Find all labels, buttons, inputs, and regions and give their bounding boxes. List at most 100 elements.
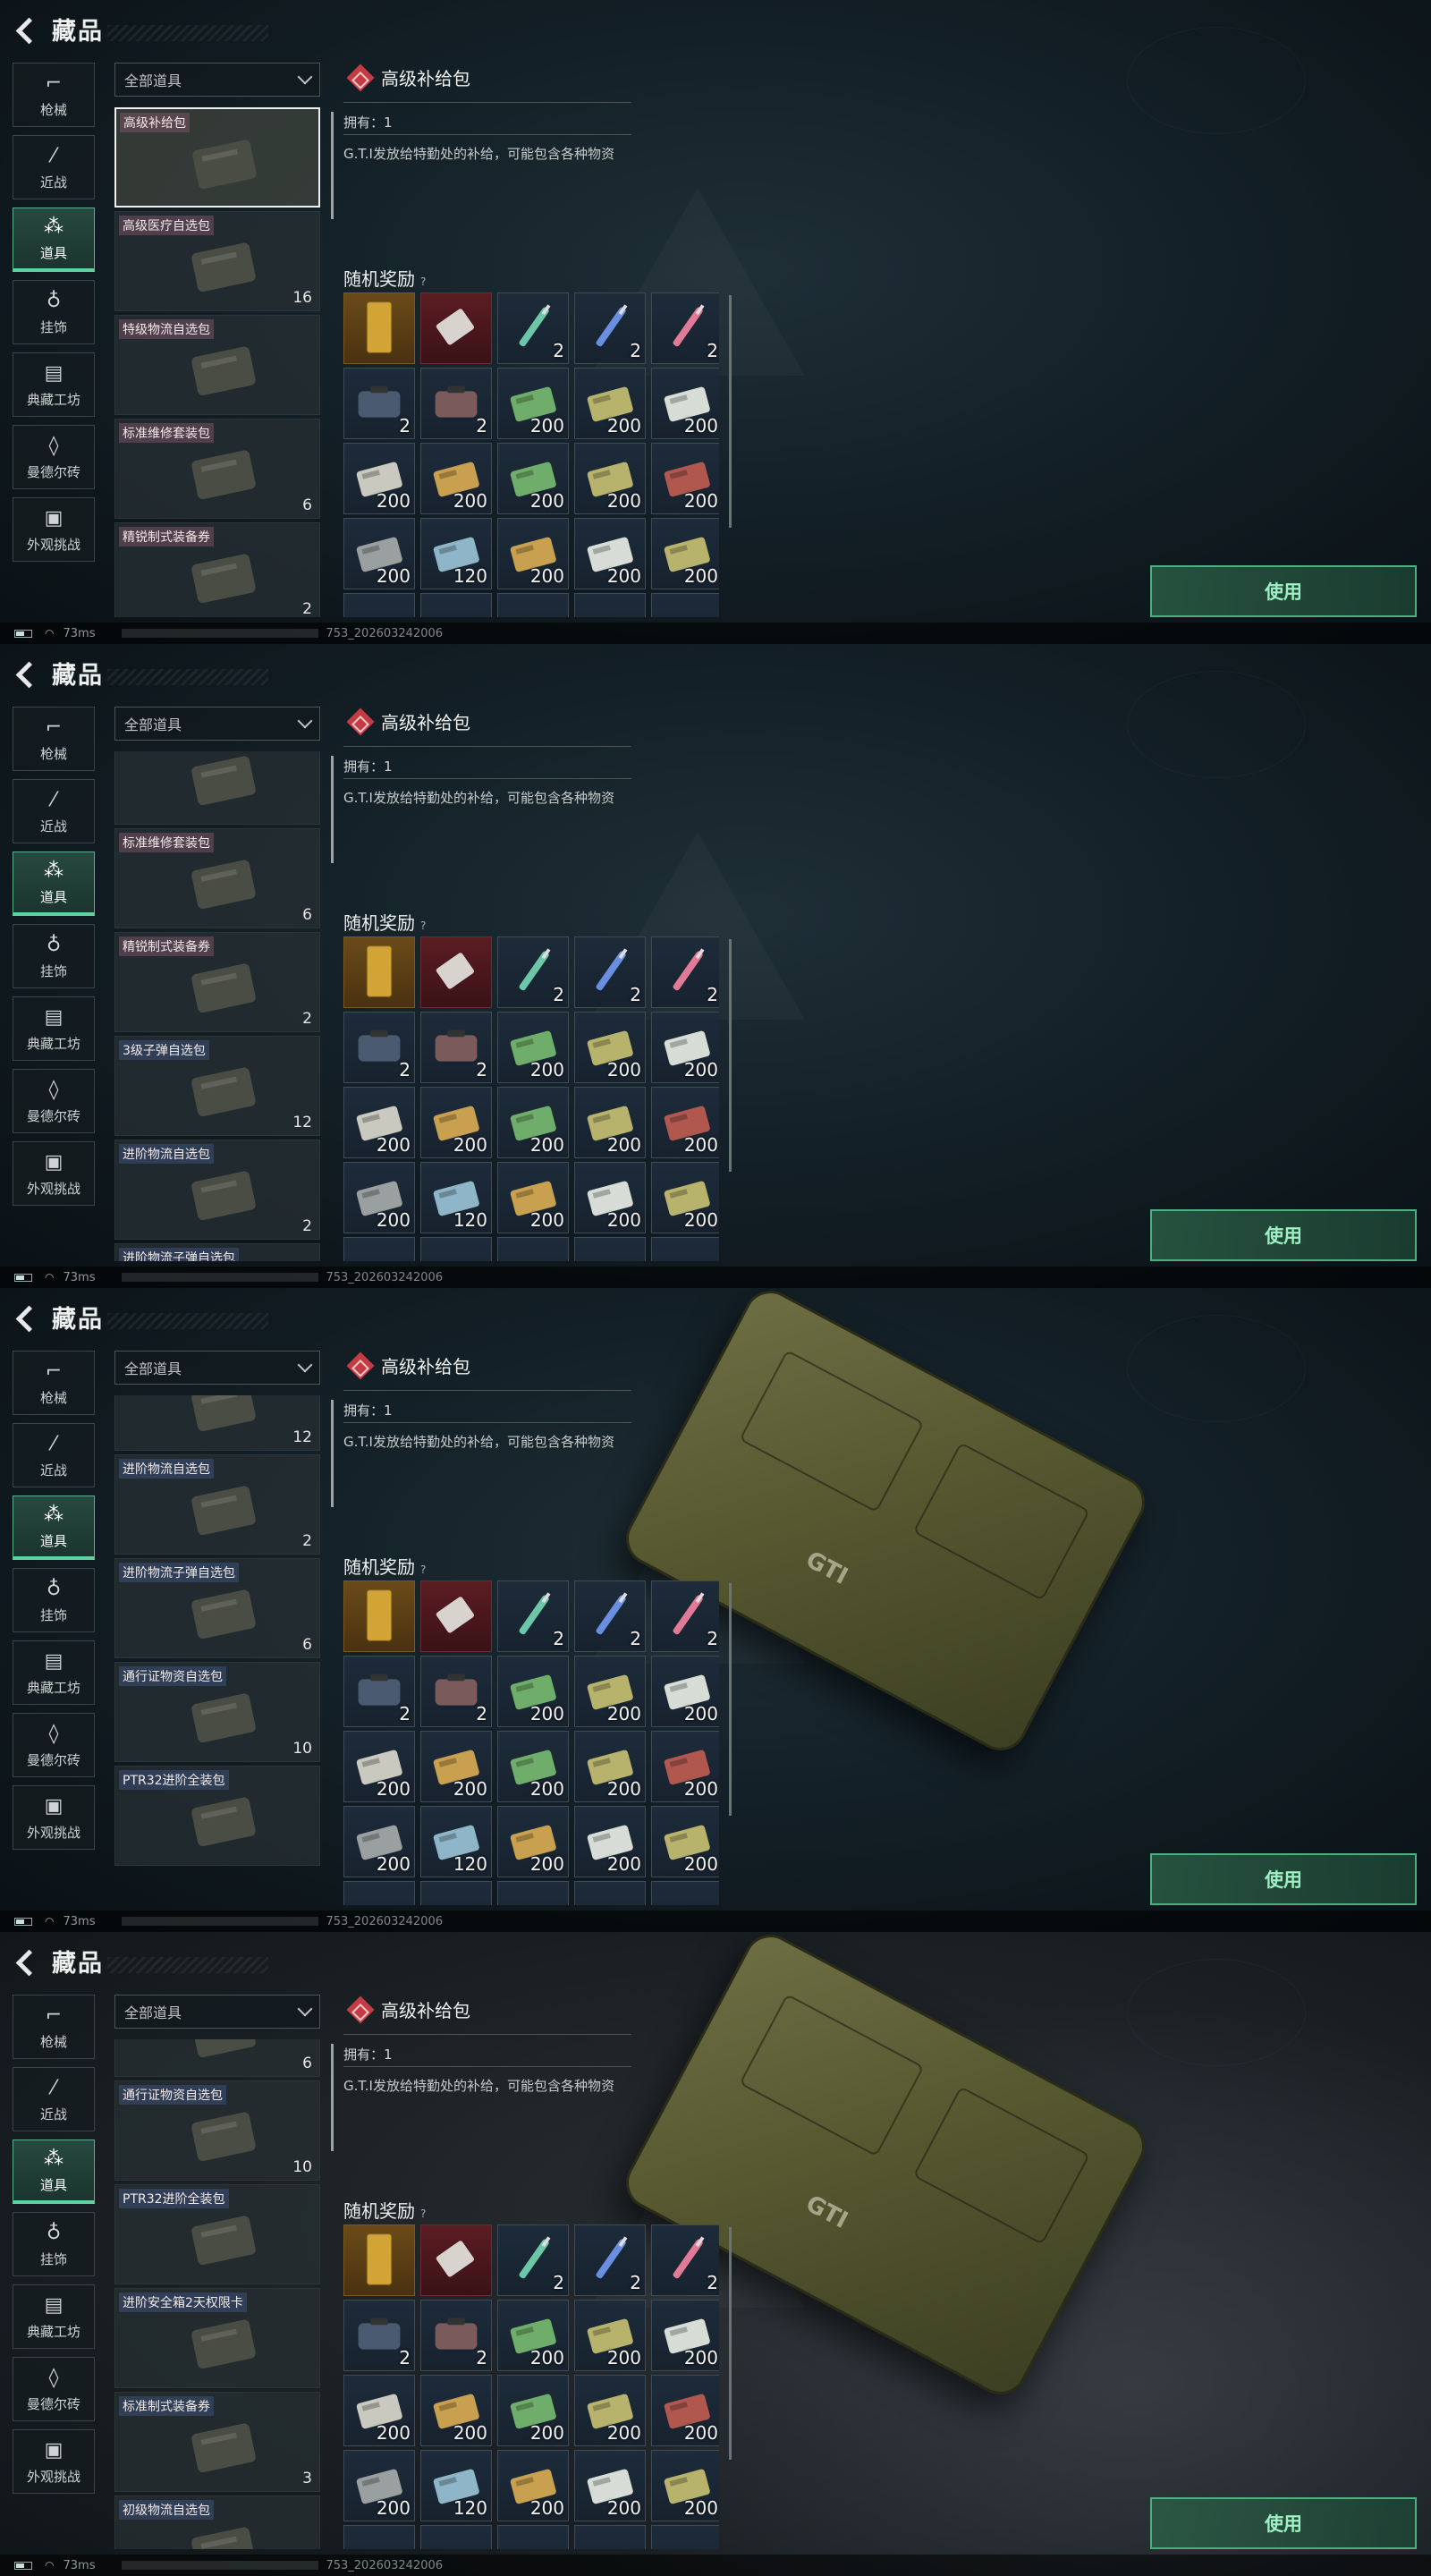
reward-slot[interactable]: 200: [343, 1806, 415, 1877]
reward-slot[interactable]: 200: [651, 1012, 719, 1083]
reward-slot[interactable]: 2: [651, 2224, 719, 2296]
item-card[interactable]: 6: [114, 2039, 320, 2077]
item-card[interactable]: 3级子弹自选包 12: [114, 1036, 320, 1136]
reward-slot[interactable]: 200: [651, 2450, 719, 2521]
reward-slot[interactable]: [574, 1881, 646, 1905]
reward-slot[interactable]: 200: [420, 443, 492, 514]
reward-slot[interactable]: 2: [420, 1656, 492, 1727]
sidebar-item-knife[interactable]: ⁄ 近战: [13, 2067, 95, 2131]
reward-slot[interactable]: 200: [343, 518, 415, 589]
reward-slot[interactable]: [420, 292, 492, 364]
item-card[interactable]: 特级物流自选包: [114, 315, 320, 415]
reward-slot[interactable]: [343, 1237, 415, 1261]
reward-slot[interactable]: [343, 593, 415, 617]
sidebar-item-challenge[interactable]: ▣ 外观挑战: [13, 2429, 95, 2494]
item-card[interactable]: 进阶物流自选包 2: [114, 1454, 320, 1555]
reward-slot[interactable]: [574, 1237, 646, 1261]
reward-slot[interactable]: [497, 593, 569, 617]
sidebar-item-knife[interactable]: ⁄ 近战: [13, 135, 95, 199]
reward-slot[interactable]: 200: [574, 2300, 646, 2371]
list-scrollbar[interactable]: [331, 756, 334, 863]
reward-slot[interactable]: 2: [420, 1012, 492, 1083]
reward-slot[interactable]: 120: [420, 518, 492, 589]
item-card[interactable]: 进阶物流自选包 2: [114, 1140, 320, 1240]
reward-slot[interactable]: [420, 1580, 492, 1652]
sidebar-item-challenge[interactable]: ▣ 外观挑战: [13, 1785, 95, 1850]
sidebar-item-brick[interactable]: ◊ 曼德尔砖: [13, 1713, 95, 1777]
item-card[interactable]: 进阶物流子弹自选包: [114, 1243, 320, 1261]
reward-slot[interactable]: [343, 1580, 415, 1652]
list-scrollbar[interactable]: [331, 112, 334, 219]
reward-slot[interactable]: 2: [343, 1656, 415, 1727]
item-card[interactable]: 进阶安全箱2天权限卡: [114, 2288, 320, 2388]
reward-slot[interactable]: 200: [420, 1087, 492, 1158]
sidebar-item-workshop[interactable]: ▤ 典藏工坊: [13, 2284, 95, 2349]
sidebar-item-charm[interactable]: ♁ 挂饰: [13, 924, 95, 988]
reward-slot[interactable]: 200: [497, 368, 569, 439]
reward-slot[interactable]: [343, 2224, 415, 2296]
sidebar-item-challenge[interactable]: ▣ 外观挑战: [13, 1141, 95, 1206]
reward-slot[interactable]: 200: [497, 1806, 569, 1877]
reward-slot[interactable]: 200: [343, 2450, 415, 2521]
reward-slot[interactable]: [420, 2525, 492, 2549]
reward-slot[interactable]: 200: [651, 1731, 719, 1802]
reward-slot[interactable]: [343, 936, 415, 1008]
item-card[interactable]: 高级补给包: [114, 107, 320, 208]
reward-slot[interactable]: 200: [497, 518, 569, 589]
sidebar-item-charm[interactable]: ♁ 挂饰: [13, 280, 95, 344]
reward-slot[interactable]: 200: [651, 2375, 719, 2446]
sidebar-item-knife[interactable]: ⁄ 近战: [13, 779, 95, 843]
sidebar-item-items[interactable]: ⁂ 道具: [13, 852, 95, 916]
sidebar-item-brick[interactable]: ◊ 曼德尔砖: [13, 2357, 95, 2421]
sidebar-item-brick[interactable]: ◊ 曼德尔砖: [13, 425, 95, 489]
back-arrow-icon[interactable]: [16, 1305, 39, 1328]
reward-slot[interactable]: 200: [651, 443, 719, 514]
reward-slot[interactable]: 200: [497, 1087, 569, 1158]
use-button[interactable]: 使用: [1150, 565, 1417, 617]
reward-slot[interactable]: 200: [343, 1162, 415, 1233]
reward-slot[interactable]: 200: [497, 2450, 569, 2521]
reward-slot[interactable]: 2: [497, 292, 569, 364]
reward-slot[interactable]: 2: [343, 1012, 415, 1083]
reward-slot[interactable]: 200: [651, 1806, 719, 1877]
help-icon[interactable]: ?: [420, 275, 426, 288]
help-icon[interactable]: ?: [420, 919, 426, 932]
reward-slot[interactable]: [420, 1237, 492, 1261]
item-card[interactable]: 初级物流自选包: [114, 2496, 320, 2549]
sidebar-item-gun[interactable]: ⌐ 枪械: [13, 707, 95, 771]
sidebar-item-items[interactable]: ⁂ 道具: [13, 208, 95, 272]
list-scrollbar[interactable]: [331, 1400, 334, 1507]
back-arrow-icon[interactable]: [16, 1949, 39, 1972]
reward-slot[interactable]: 200: [651, 1656, 719, 1727]
sidebar-item-gun[interactable]: ⌐ 枪械: [13, 1995, 95, 2059]
reward-slot[interactable]: 2: [420, 368, 492, 439]
reward-slot[interactable]: 200: [651, 368, 719, 439]
reward-slot[interactable]: [651, 593, 719, 617]
reward-slot[interactable]: 2: [574, 936, 646, 1008]
reward-slot[interactable]: 200: [574, 443, 646, 514]
sidebar-item-items[interactable]: ⁂ 道具: [13, 1496, 95, 1560]
sidebar-item-gun[interactable]: ⌐ 枪械: [13, 1351, 95, 1415]
reward-slot[interactable]: 200: [574, 1087, 646, 1158]
reward-slot[interactable]: 200: [574, 2450, 646, 2521]
rewards-scrollbar[interactable]: [729, 2227, 732, 2460]
sidebar-item-brick[interactable]: ◊ 曼德尔砖: [13, 1069, 95, 1133]
reward-slot[interactable]: 200: [343, 2375, 415, 2446]
use-button[interactable]: 使用: [1150, 1853, 1417, 1905]
item-card[interactable]: 通行证物资自选包 10: [114, 1662, 320, 1762]
reward-slot[interactable]: 2: [343, 2300, 415, 2371]
item-card[interactable]: 标准制式装备券 3: [114, 2392, 320, 2492]
reward-slot[interactable]: 120: [420, 1806, 492, 1877]
item-card[interactable]: PTR32进阶全装包: [114, 1766, 320, 1866]
reward-slot[interactable]: 200: [651, 1087, 719, 1158]
reward-slot[interactable]: 200: [420, 1731, 492, 1802]
reward-slot[interactable]: 2: [574, 292, 646, 364]
reward-slot[interactable]: 200: [574, 1162, 646, 1233]
sidebar-item-charm[interactable]: ♁ 挂饰: [13, 1568, 95, 1632]
sidebar-item-workshop[interactable]: ▤ 典藏工坊: [13, 996, 95, 1061]
reward-slot[interactable]: 200: [497, 2300, 569, 2371]
reward-slot[interactable]: [651, 1881, 719, 1905]
help-icon[interactable]: ?: [420, 1563, 426, 1576]
reward-slot[interactable]: [574, 2525, 646, 2549]
reward-slot[interactable]: 2: [343, 368, 415, 439]
